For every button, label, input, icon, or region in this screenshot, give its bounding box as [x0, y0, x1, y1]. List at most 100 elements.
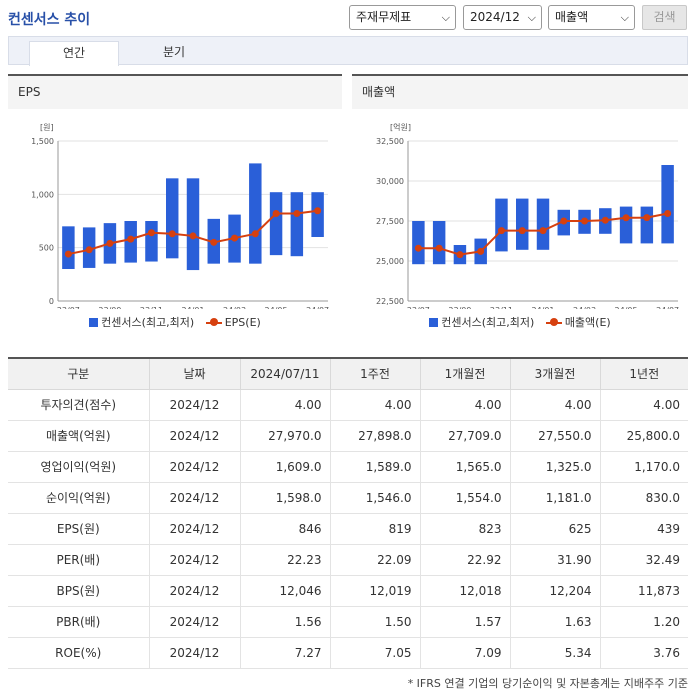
y-tick-label: 32,500 — [376, 137, 404, 146]
table-cell: 22.92 — [419, 544, 510, 576]
x-tick-label: 23/11 — [140, 306, 163, 309]
column-header: 1개월전 — [419, 358, 510, 390]
estimate-point — [664, 209, 672, 217]
table-cell: 1.20 — [599, 606, 688, 638]
metric-select[interactable]: 매출액 ⌵ — [548, 5, 635, 30]
table-cell: 11,873 — [599, 575, 688, 607]
estimate-point — [539, 227, 547, 235]
y-tick-label: 30,000 — [376, 177, 404, 186]
table-row: PBR(배) 2024/12 1.56 1.50 1.57 1.63 1.20 — [8, 606, 688, 638]
estimate-point — [85, 246, 93, 254]
tab-annual[interactable]: 연간 — [29, 41, 119, 66]
table-cell: 830.0 — [599, 482, 688, 514]
column-header: 날짜 — [148, 358, 240, 390]
row-label: ROE(%) — [8, 637, 149, 669]
estimate-point — [314, 207, 322, 215]
estimate-point — [64, 250, 72, 258]
consensus-table: 구분 날짜 2024/07/11 1주전 1개월전 3개월전 1년전 투자의견(… — [8, 357, 688, 669]
x-tick-label: 24/01 — [531, 306, 554, 309]
estimate-point — [581, 217, 589, 225]
range-bar — [619, 206, 633, 244]
range-bar — [145, 221, 158, 262]
legend-range-swatch — [429, 318, 439, 327]
estimate-point — [251, 230, 259, 238]
search-button[interactable]: 검색 — [642, 5, 687, 30]
range-bar — [186, 178, 200, 271]
estimate-point — [435, 244, 443, 252]
x-tick-label: 24/07 — [306, 306, 329, 309]
table-cell: 819 — [329, 513, 420, 545]
table-cell: 12,018 — [419, 575, 510, 607]
column-header: 2024/07/11 — [239, 358, 330, 390]
range-bar — [495, 198, 508, 252]
revenue-chart-legend: 컨센서스(최고,최저) 매출액(E) — [352, 314, 688, 330]
table-row: 매출액(억원) 2024/12 27,970.0 27,898.0 27,709.0 27… — [8, 420, 688, 452]
x-tick-label: 23/11 — [490, 306, 513, 309]
estimate-point — [272, 210, 280, 218]
estimate-point — [147, 229, 155, 237]
estimate-point — [518, 227, 526, 235]
x-tick-label: 23/07 — [407, 306, 430, 309]
eps-chart-panel: EPS 0 500 1,000 1,500 [원] 23/07 23/09 23/11 24/0… — [8, 74, 342, 340]
table-row: EPS(원) 2024/12 846 819 823 625 439 — [8, 513, 688, 545]
x-tick-label: 24/05 — [265, 306, 288, 309]
table-cell: 4.00 — [509, 389, 600, 421]
period-value: 2024/12 — [470, 10, 520, 24]
x-tick-label: 24/03 — [223, 306, 246, 309]
legend-line-label: 매출액(E) — [564, 316, 611, 329]
table-cell: 846 — [239, 513, 330, 545]
metric-value: 매출액 — [555, 10, 589, 24]
estimate-point — [106, 239, 114, 247]
estimate-point — [497, 227, 505, 235]
estimate-point — [560, 217, 568, 225]
row-date: 2024/12 — [148, 637, 240, 669]
row-label: PER(배) — [8, 544, 149, 576]
row-label: EPS(원) — [8, 513, 149, 545]
table-cell: 12,046 — [239, 575, 330, 607]
eps-chart-title: EPS — [8, 76, 342, 109]
table-cell: 439 — [599, 513, 688, 545]
table-cell: 22.09 — [329, 544, 420, 576]
table-cell: 32.49 — [599, 544, 688, 576]
range-bar — [62, 226, 75, 269]
row-date: 2024/12 — [148, 420, 240, 452]
column-header: 3개월전 — [509, 358, 600, 390]
legend-line-swatch — [545, 318, 562, 327]
period-tab-bar: 연간 분기 — [8, 36, 688, 66]
estimate-point — [231, 234, 239, 242]
legend-range-label: 컨센서스(최고,최저) — [101, 316, 195, 329]
x-tick-label: 24/05 — [615, 306, 638, 309]
y-tick-label: 1,000 — [31, 190, 54, 199]
table-cell: 25,800.0 — [599, 420, 688, 452]
report-type-select[interactable]: 주재무제표 ⌵ — [349, 5, 456, 30]
y-tick-label: 500 — [39, 244, 54, 253]
estimate-point — [414, 244, 422, 252]
y-tick-label: 1,500 — [31, 137, 54, 146]
table-cell: 27,709.0 — [419, 420, 510, 452]
table-cell: 1,609.0 — [239, 451, 330, 483]
table-cell: 4.00 — [329, 389, 420, 421]
period-select[interactable]: 2024/12 ⌵ — [463, 5, 542, 30]
table-cell: 1,589.0 — [329, 451, 420, 483]
range-bar — [249, 163, 262, 264]
y-unit-label: [원] — [40, 123, 54, 132]
y-unit-label: [억원] — [390, 122, 411, 132]
table-cell: 12,019 — [329, 575, 420, 607]
table-cell: 4.00 — [419, 389, 510, 421]
table-cell: 3.76 — [599, 637, 688, 669]
table-cell: 7.09 — [419, 637, 510, 669]
row-date: 2024/12 — [148, 451, 240, 483]
row-label: 투자의견(점수) — [8, 389, 149, 421]
row-date: 2024/12 — [148, 544, 240, 576]
range-bar — [311, 192, 324, 237]
tab-quarterly[interactable]: 분기 — [129, 41, 219, 66]
y-tick-label: 25,000 — [376, 257, 404, 266]
y-tick-label: 22,500 — [376, 297, 404, 306]
estimate-point — [622, 214, 630, 222]
revenue-chart-panel: 매출액 22,500 25,000 27,500 30,000 32,500 [억원] 23… — [352, 74, 688, 340]
estimate-point — [601, 216, 609, 224]
row-date: 2024/12 — [148, 482, 240, 514]
table-body: 투자의견(점수) 2024/12 4.00 4.00 4.00 4.00 4.00 매출액(억… — [8, 389, 688, 669]
row-label: PBR(배) — [8, 606, 149, 638]
range-bar — [166, 178, 179, 259]
